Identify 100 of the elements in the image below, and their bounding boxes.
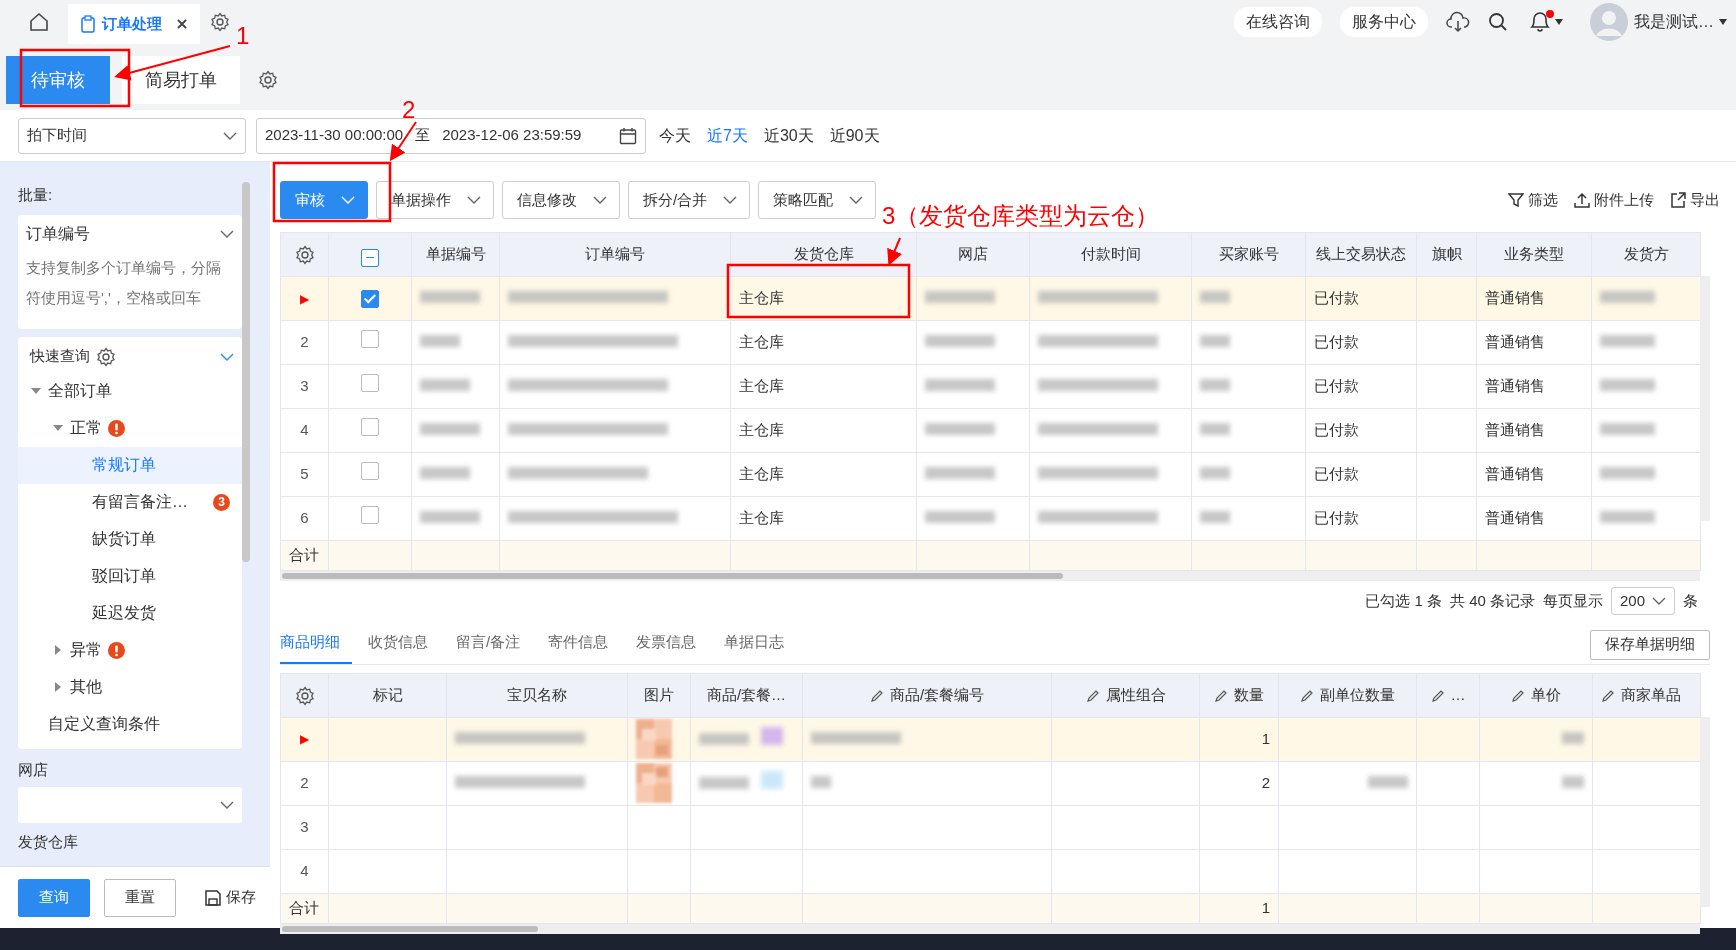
blurred-text <box>761 770 783 789</box>
row-checkbox[interactable] <box>361 330 379 349</box>
detail-tab[interactable]: 单据日志 <box>724 625 797 664</box>
menu-button[interactable]: 单据操作 <box>376 181 494 219</box>
tree-item[interactable]: 正常 <box>18 409 242 447</box>
page-size-select[interactable]: 200 <box>1611 587 1675 615</box>
column-header[interactable]: 买家账号 <box>1191 232 1306 277</box>
tree-item[interactable]: 驳回订单 <box>18 557 242 595</box>
toolbar-link[interactable]: 筛选 <box>1504 188 1562 212</box>
blurred-text <box>1368 775 1408 788</box>
tree-item[interactable]: 缺货订单 <box>18 520 242 558</box>
caret-icon[interactable] <box>1718 18 1728 26</box>
column-header[interactable]: 商品/套餐编号 <box>802 673 1052 717</box>
date-range-link[interactable]: 近30天 <box>760 123 817 148</box>
menu-button[interactable]: 信息修改 <box>502 181 620 219</box>
date-range-field[interactable]: 2023-11-30 00:00:00 至 2023-12-06 23:59:59 <box>256 117 646 154</box>
column-header[interactable]: 商家单品 <box>1592 673 1701 717</box>
scrollbar[interactable] <box>1700 276 1710 521</box>
date-range-link[interactable]: 近7天 <box>704 123 751 148</box>
detail-tab[interactable]: 商品明细 <box>280 625 352 664</box>
row-checkbox[interactable] <box>361 462 379 481</box>
column-header[interactable]: 副单位数量 <box>1278 673 1417 717</box>
batch-input-field[interactable]: 支持复制多个订单编号，分隔符使用逗号','，空格或回车 <box>18 252 242 329</box>
detail-tab[interactable]: 留言/备注 <box>456 625 533 664</box>
detail-tab[interactable]: 发票信息 <box>636 625 709 664</box>
column-header[interactable]: 付款时间 <box>1029 232 1192 277</box>
column-header[interactable]: 属性组合 <box>1051 673 1200 717</box>
tree-item[interactable]: 延迟发货 <box>18 594 242 632</box>
settings-icon[interactable] <box>210 12 230 32</box>
save-button[interactable]: 保存 <box>190 878 270 917</box>
settings-icon[interactable] <box>258 70 278 90</box>
settings-icon[interactable] <box>96 346 116 367</box>
query-button[interactable]: 查询 <box>18 878 91 917</box>
column-header[interactable]: 网店 <box>916 232 1030 277</box>
column-header[interactable]: 订单编号 <box>499 232 731 277</box>
select-all-checkbox[interactable] <box>361 248 379 267</box>
blurred-text <box>1200 511 1230 524</box>
tree-item[interactable]: 其他 <box>18 668 242 706</box>
toolbar-link[interactable]: 附件上传 <box>1570 188 1658 212</box>
menu-button[interactable]: 拆分/合并 <box>628 181 751 219</box>
page-tab[interactable]: 订单处理 <box>68 4 200 44</box>
row-number: 2 <box>280 320 329 365</box>
date-range-link[interactable]: 近90天 <box>826 123 883 148</box>
tree-item[interactable]: 有留言备注… 3 <box>18 483 242 521</box>
reset-button[interactable]: 重置 <box>104 878 177 917</box>
row-checkbox[interactable] <box>361 506 379 525</box>
close-icon[interactable] <box>176 18 188 30</box>
column-header[interactable]: 发货方 <box>1591 232 1701 277</box>
header-link[interactable]: 服务中心 <box>1340 7 1428 37</box>
tree-item[interactable]: 自定义查询条件 <box>18 705 242 743</box>
row-checkbox[interactable] <box>361 374 379 393</box>
scrollbar[interactable] <box>280 923 1700 934</box>
detail-tab[interactable]: 收货信息 <box>368 625 440 664</box>
blurred-text <box>1600 335 1655 348</box>
column-header[interactable]: 图片 <box>627 673 691 717</box>
scrollbar[interactable] <box>1700 716 1710 907</box>
menu-button[interactable]: 审核 <box>280 181 368 219</box>
toolbar-link[interactable]: 导出 <box>1666 188 1724 212</box>
header-link[interactable]: 在线咨询 <box>1234 7 1322 37</box>
scrollbar[interactable] <box>280 571 1700 581</box>
tree-item[interactable]: 异常 <box>18 631 242 669</box>
search-icon[interactable] <box>1488 12 1508 32</box>
column-header[interactable]: 旗帜 <box>1416 232 1477 277</box>
blurred-text <box>925 379 995 392</box>
column-header[interactable]: 线上交易状态 <box>1305 232 1417 277</box>
column-header[interactable]: 发货仓库 <box>730 232 917 277</box>
settings-icon[interactable] <box>294 685 315 706</box>
home-icon[interactable] <box>28 11 50 33</box>
row-number: 4 <box>280 849 329 893</box>
blurred-text <box>420 423 480 436</box>
clipboard-icon <box>80 15 96 33</box>
caret-icon[interactable] <box>1554 18 1564 26</box>
view-tab[interactable]: 待审核 <box>6 56 110 104</box>
view-tab[interactable]: 简易打单 <box>122 56 240 104</box>
row-checkbox[interactable] <box>361 290 379 309</box>
menu-button[interactable]: 策略匹配 <box>758 181 877 219</box>
tree-item[interactable]: 全部订单 <box>18 372 242 410</box>
column-header[interactable]: 宝贝名称 <box>446 673 628 717</box>
user-name[interactable]: 我是测试… <box>1634 10 1714 34</box>
batch-field-select[interactable]: 订单编号 <box>18 214 242 253</box>
caret-icon <box>467 195 481 205</box>
column-header[interactable]: 单据编号 <box>411 232 500 277</box>
row-checkbox[interactable] <box>361 418 379 437</box>
date-type-select[interactable]: 拍下时间 <box>18 117 246 154</box>
column-header[interactable]: 商品/套餐… <box>690 673 803 717</box>
cloud-download-icon[interactable] <box>1446 11 1470 33</box>
scrollbar[interactable] <box>242 182 250 562</box>
caret-icon <box>220 800 234 810</box>
column-header[interactable]: 标记 <box>328 673 447 717</box>
save-detail-button[interactable]: 保存单据明细 <box>1590 629 1710 660</box>
detail-tab[interactable]: 寄件信息 <box>548 625 621 664</box>
column-header[interactable]: 数量 <box>1199 673 1279 717</box>
date-range-link[interactable]: 今天 <box>656 123 694 148</box>
tree-item[interactable]: 常规订单 <box>18 446 242 484</box>
annotation-label: 3（发货仓库类型为云仓） <box>882 204 1160 228</box>
settings-icon[interactable] <box>294 245 315 266</box>
blurred-text <box>1200 379 1230 392</box>
column-header[interactable]: 单价 <box>1479 673 1593 717</box>
column-header[interactable]: 业务类型 <box>1476 232 1592 277</box>
column-header[interactable]: … <box>1416 673 1480 717</box>
